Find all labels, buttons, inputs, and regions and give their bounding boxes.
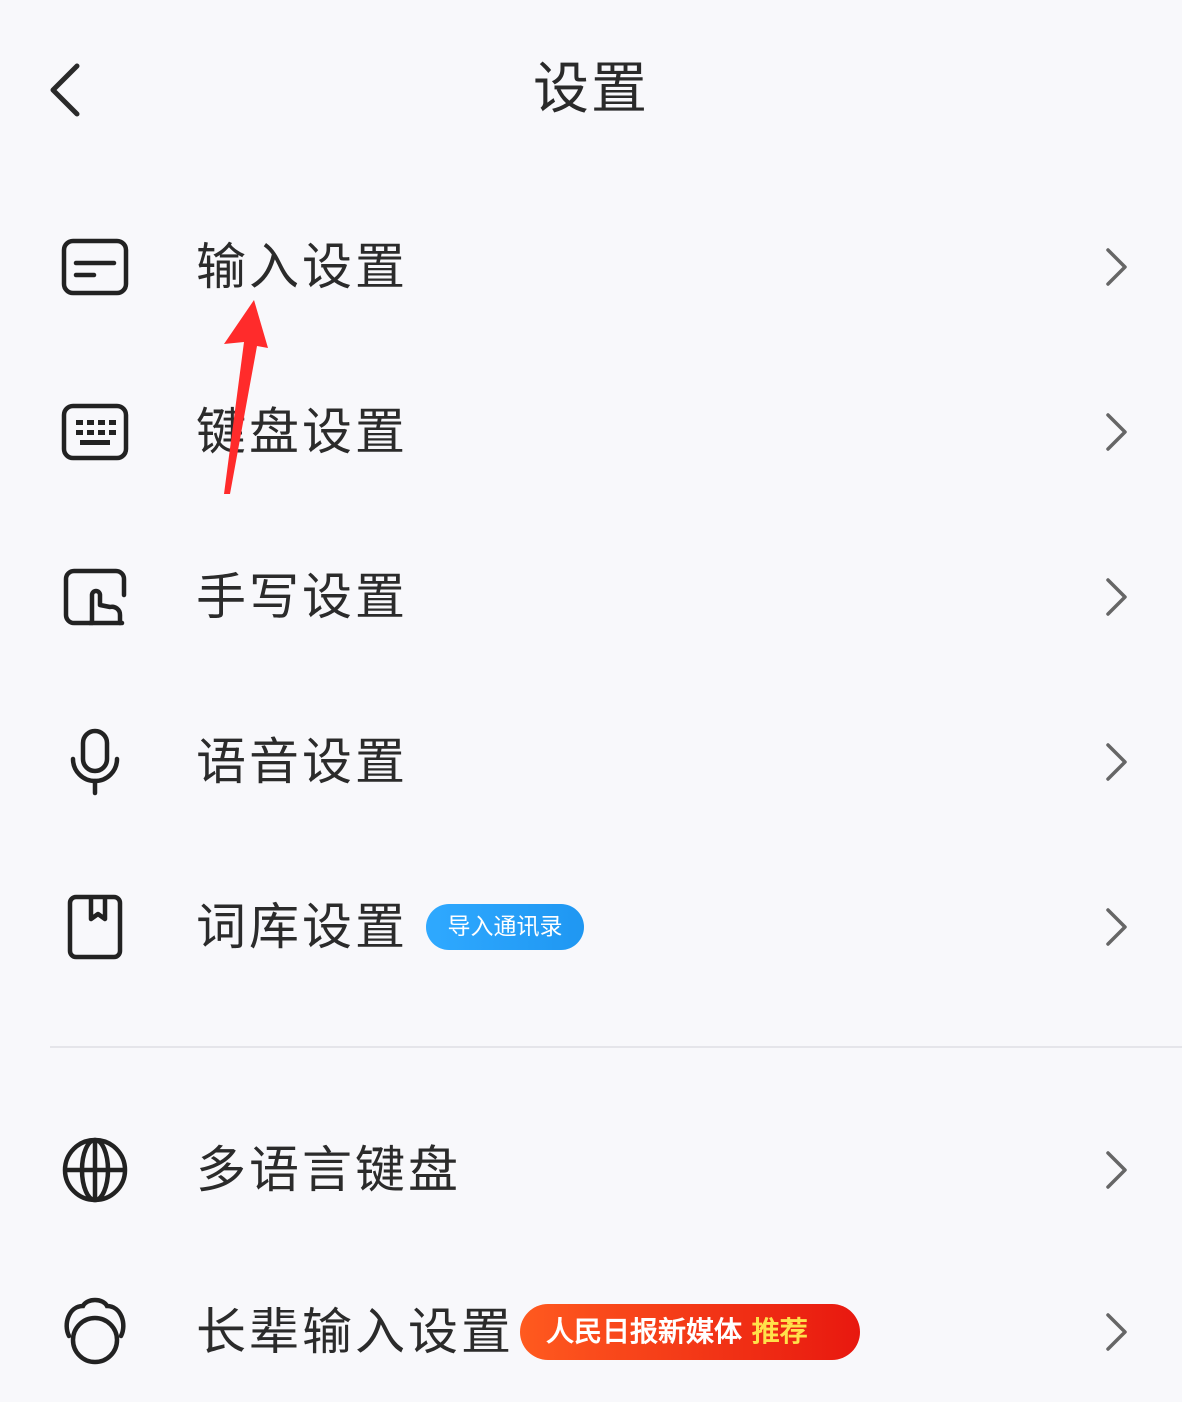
elder-avatar-icon (58, 1295, 132, 1369)
menu-item-input-settings[interactable]: 输入设置 (0, 197, 1182, 337)
menu-item-label: 输入设置 (196, 238, 408, 296)
menu-item-label: 键盘设置 (196, 403, 408, 461)
chevron-right-icon (1098, 1148, 1134, 1192)
menu-item-label: 手写设置 (196, 568, 408, 626)
menu-item-elder-input-settings[interactable]: 长辈输入设置 人民日报新媒体 推荐 (0, 1262, 1182, 1402)
globe-icon (58, 1133, 132, 1207)
chevron-right-icon (1098, 1310, 1134, 1354)
chevron-right-icon (1098, 245, 1134, 289)
lexicon-book-icon (58, 890, 132, 964)
header-bar: 设置 (0, 0, 1182, 180)
menu-item-voice-settings[interactable]: 语音设置 (0, 692, 1182, 832)
chevron-right-icon (1098, 410, 1134, 454)
menu-item-handwriting-settings[interactable]: 手写设置 (0, 527, 1182, 667)
keyboard-icon (58, 395, 132, 469)
menu-item-label: 词库设置 (196, 898, 408, 956)
chevron-right-icon (1098, 905, 1134, 949)
microphone-icon (58, 725, 132, 799)
recommend-badge[interactable]: 人民日报新媒体 推荐 (520, 1304, 860, 1360)
handwriting-icon (58, 560, 132, 634)
menu-item-label: 多语言键盘 (196, 1141, 461, 1199)
badge-highlight-text: 推荐 (751, 1315, 808, 1348)
menu-item-lexicon-settings[interactable]: 词库设置 导入通讯录 (0, 857, 1182, 997)
chevron-right-icon (1098, 740, 1134, 784)
menu-item-label: 长辈输入设置 (196, 1303, 514, 1361)
menu-item-keyboard-settings[interactable]: 键盘设置 (0, 362, 1182, 502)
chevron-right-icon (1098, 575, 1134, 619)
menu-item-label: 语音设置 (196, 733, 408, 791)
menu-item-multilingual-keyboard[interactable]: 多语言键盘 (0, 1100, 1182, 1240)
page-title: 设置 (533, 57, 649, 122)
input-settings-icon (58, 230, 132, 304)
badge-main-text: 人民日报新媒体 (546, 1315, 743, 1348)
import-contacts-badge[interactable]: 导入通讯录 (426, 904, 584, 950)
section-divider (50, 1046, 1182, 1048)
